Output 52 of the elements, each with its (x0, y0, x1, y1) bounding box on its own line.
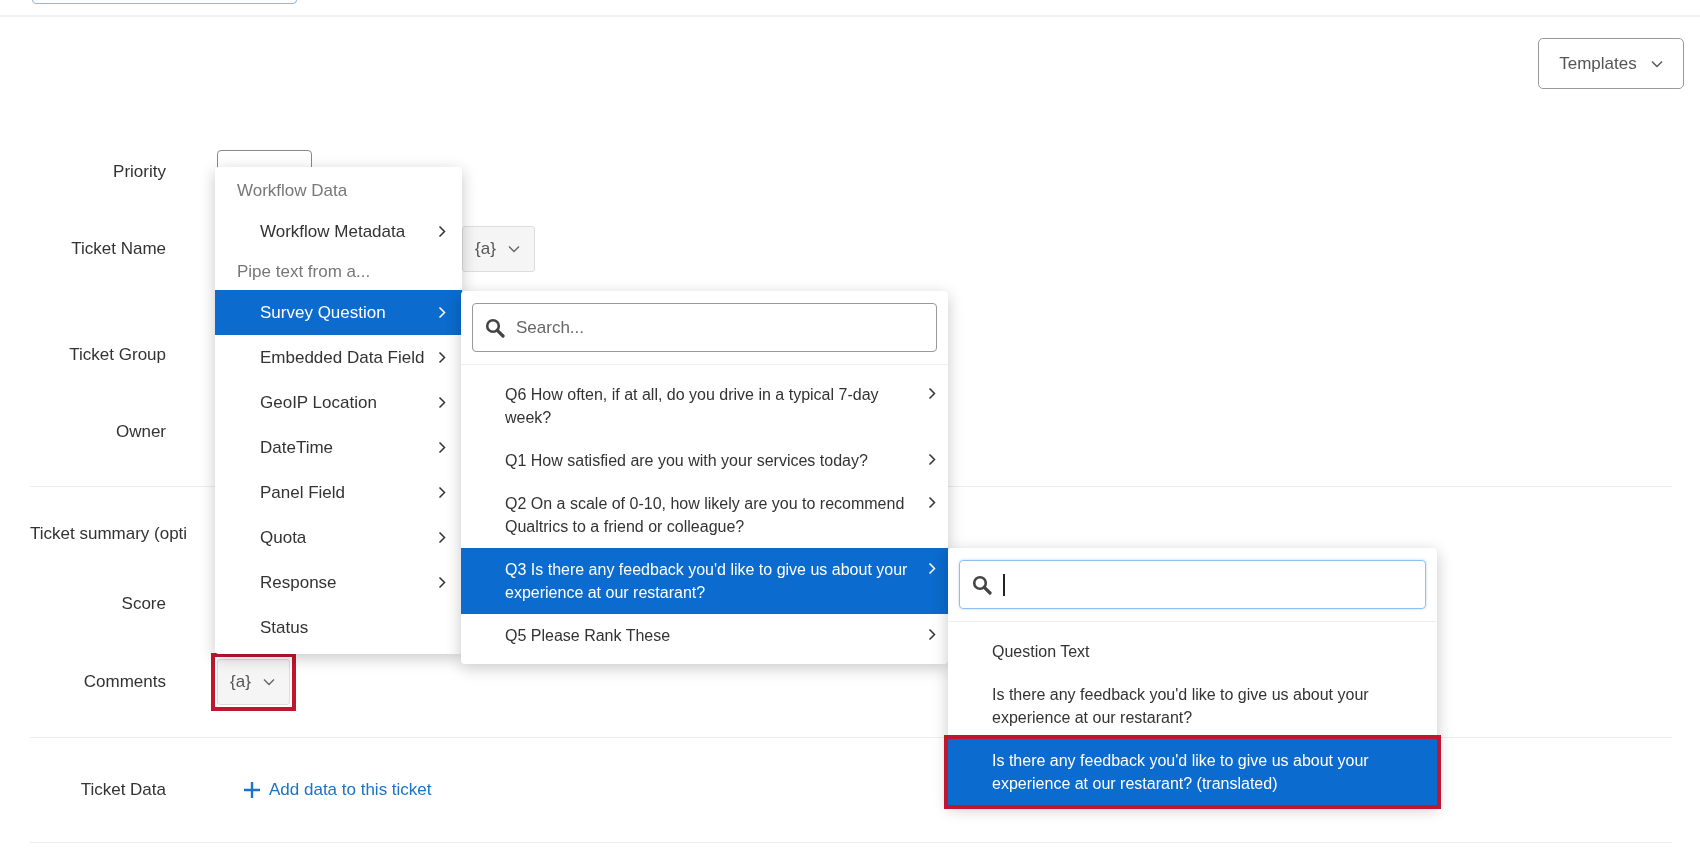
chevron-right-icon (438, 441, 446, 454)
menu-item[interactable]: Survey Question (215, 290, 462, 335)
menu-item[interactable]: GeoIP Location (215, 380, 462, 425)
chevron-right-icon (928, 628, 936, 641)
menu-item[interactable]: Question Text (948, 630, 1437, 673)
field-label: Score (120, 594, 166, 614)
menu-item[interactable]: Q2 On a scale of 0-10, how likely are you to recommend Qualtrics to a friend or colleague? (461, 482, 948, 548)
templates-dropdown[interactable]: Templates (1538, 38, 1684, 89)
caret-icon (262, 678, 275, 686)
field-label: Priority (112, 162, 166, 182)
search-field[interactable]: Search... (472, 303, 937, 352)
chevron-right-icon (928, 453, 936, 466)
menu-item[interactable]: Q5 Please Rank These (461, 614, 948, 657)
menu-item[interactable]: Q1 How satisfied are you with your services today? (461, 439, 948, 482)
chevron-right-icon (438, 396, 446, 409)
field-label: Ticket summary (opti (30, 524, 188, 544)
chevron-right-icon (438, 576, 446, 589)
menu-heading: Pipe text from a... (236, 261, 372, 283)
chevron-right-icon (928, 562, 936, 575)
menu-item[interactable]: Response (215, 560, 462, 605)
field-label: Ticket Name (70, 239, 166, 259)
piped-text-button[interactable]: {a} (462, 226, 535, 272)
plus-icon[interactable] (244, 782, 260, 798)
chevron-right-icon (438, 351, 446, 364)
menu-item[interactable]: Q6 How often, if at all, do you drive in a typical 7-day week? (461, 373, 948, 439)
search-field[interactable] (959, 560, 1426, 609)
menu-item[interactable]: Is there any feedback you'd like to give us about your experience at our restarant? (948, 673, 1437, 739)
field-label: Comments (82, 672, 166, 692)
piped-text-button[interactable]: {a} (217, 659, 290, 705)
menu-item[interactable]: Embedded Data Field (215, 335, 462, 380)
caret-icon (507, 245, 520, 253)
chevron-right-icon (438, 225, 446, 238)
chevron-right-icon (928, 387, 936, 400)
menu-item[interactable]: DateTime (215, 425, 462, 470)
menu-item[interactable]: Q3 Is there any feedback you'd like to give us about your experience at our restarant? (461, 548, 948, 614)
search-icon (485, 317, 505, 338)
chevron-right-icon (438, 531, 446, 544)
menu-heading: Workflow Data (236, 180, 349, 202)
menu-item[interactable]: Status (215, 605, 462, 650)
field-label: Ticket Data (79, 780, 166, 800)
chevron-right-icon (438, 306, 446, 319)
menu-item[interactable]: Workflow Metadata (215, 209, 462, 254)
chevron-right-icon (928, 496, 936, 509)
text-cursor (1003, 573, 1005, 596)
menu-item[interactable]: Quota (215, 515, 462, 560)
search-icon (972, 574, 992, 595)
field-label: Ticket Group (68, 345, 166, 365)
field-label: Owner (114, 422, 166, 442)
add-data-link[interactable]: Add data to this ticket (269, 780, 432, 800)
chevron-right-icon (438, 486, 446, 499)
caret-icon (1650, 59, 1663, 68)
menu-item[interactable]: Panel Field (215, 470, 462, 515)
